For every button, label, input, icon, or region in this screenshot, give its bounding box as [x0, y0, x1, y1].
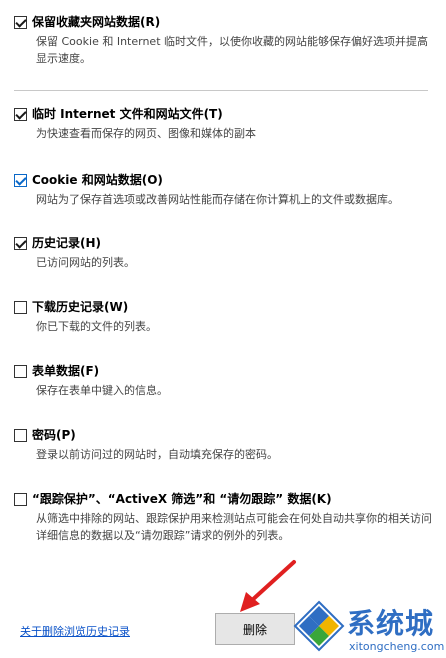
option-title: 历史记录(H) — [32, 236, 102, 250]
option-tracking-protection: “跟踪保护”、“ActiveX 筛选”和 “请勿跟踪” 数据(K) 从筛选中排除… — [14, 491, 434, 544]
history-checkbox[interactable] — [14, 237, 27, 250]
watermark-brand: 系统城 — [347, 607, 435, 640]
option-title: Cookie 和网站数据(O) — [32, 173, 163, 187]
option-passwords: 密码(P) 登录以前访问过的网站时，自动填充保存的密码。 — [14, 427, 434, 463]
watermark: 系统城 xitongcheng.com — [293, 598, 445, 656]
option-description: 已访问网站的列表。 — [36, 256, 135, 269]
cookies-checkbox[interactable] — [14, 174, 27, 187]
tracking-protection-checkbox[interactable] — [14, 493, 27, 506]
option-download-history: 下载历史记录(W) 你已下载的文件的列表。 — [14, 299, 434, 335]
delete-button[interactable]: 删除 — [215, 613, 295, 645]
watermark-url: xitongcheng.com — [349, 640, 445, 653]
form-data-checkbox[interactable] — [14, 365, 27, 378]
option-description: 登录以前访问过的网站时，自动填充保存的密码。 — [36, 448, 278, 461]
option-form-data: 表单数据(F) 保存在表单中键入的信息。 — [14, 363, 434, 399]
option-description: 为快速查看而保存的网页、图像和媒体的副本 — [36, 127, 256, 140]
option-keep-favorites: 保留收藏夹网站数据(R) 保留 Cookie 和 Internet 临时文件，以… — [14, 14, 434, 67]
download-history-checkbox[interactable] — [14, 301, 27, 314]
option-title: 临时 Internet 文件和网站文件(T) — [32, 107, 223, 121]
option-history: 历史记录(H) 已访问网站的列表。 — [14, 235, 434, 271]
option-title: 表单数据(F) — [32, 364, 100, 378]
option-description: 保存在表单中键入的信息。 — [36, 384, 168, 397]
passwords-checkbox[interactable] — [14, 429, 27, 442]
option-description: 你已下载的文件的列表。 — [36, 320, 157, 333]
option-description: 从筛选中排除的网站、跟踪保护用来检测站点可能会在何处自动共享你的相关访问详细信息… — [36, 512, 432, 542]
option-cookies: Cookie 和网站数据(O) 网站为了保存首选项或改善网站性能而存储在你计算机… — [14, 172, 434, 208]
about-delete-history-link[interactable]: 关于删除浏览历史记录 — [20, 623, 130, 639]
option-title: 保留收藏夹网站数据(R) — [32, 15, 161, 29]
red-arrow-icon — [240, 560, 296, 612]
keep-favorites-checkbox[interactable] — [14, 16, 27, 29]
option-description: 保留 Cookie 和 Internet 临时文件，以使你收藏的网站能够保存偏好… — [36, 35, 428, 65]
option-title: 密码(P) — [32, 428, 76, 442]
option-title: 下载历史记录(W) — [32, 300, 129, 314]
watermark-logo-icon — [293, 600, 345, 652]
option-title: “跟踪保护”、“ActiveX 筛选”和 “请勿跟踪” 数据(K) — [32, 492, 332, 506]
divider — [14, 90, 428, 91]
option-temp-files: 临时 Internet 文件和网站文件(T) 为快速查看而保存的网页、图像和媒体… — [14, 106, 434, 142]
option-description: 网站为了保存首选项或改善网站性能而存储在你计算机上的文件或数据库。 — [36, 193, 399, 206]
temp-files-checkbox[interactable] — [14, 108, 27, 121]
